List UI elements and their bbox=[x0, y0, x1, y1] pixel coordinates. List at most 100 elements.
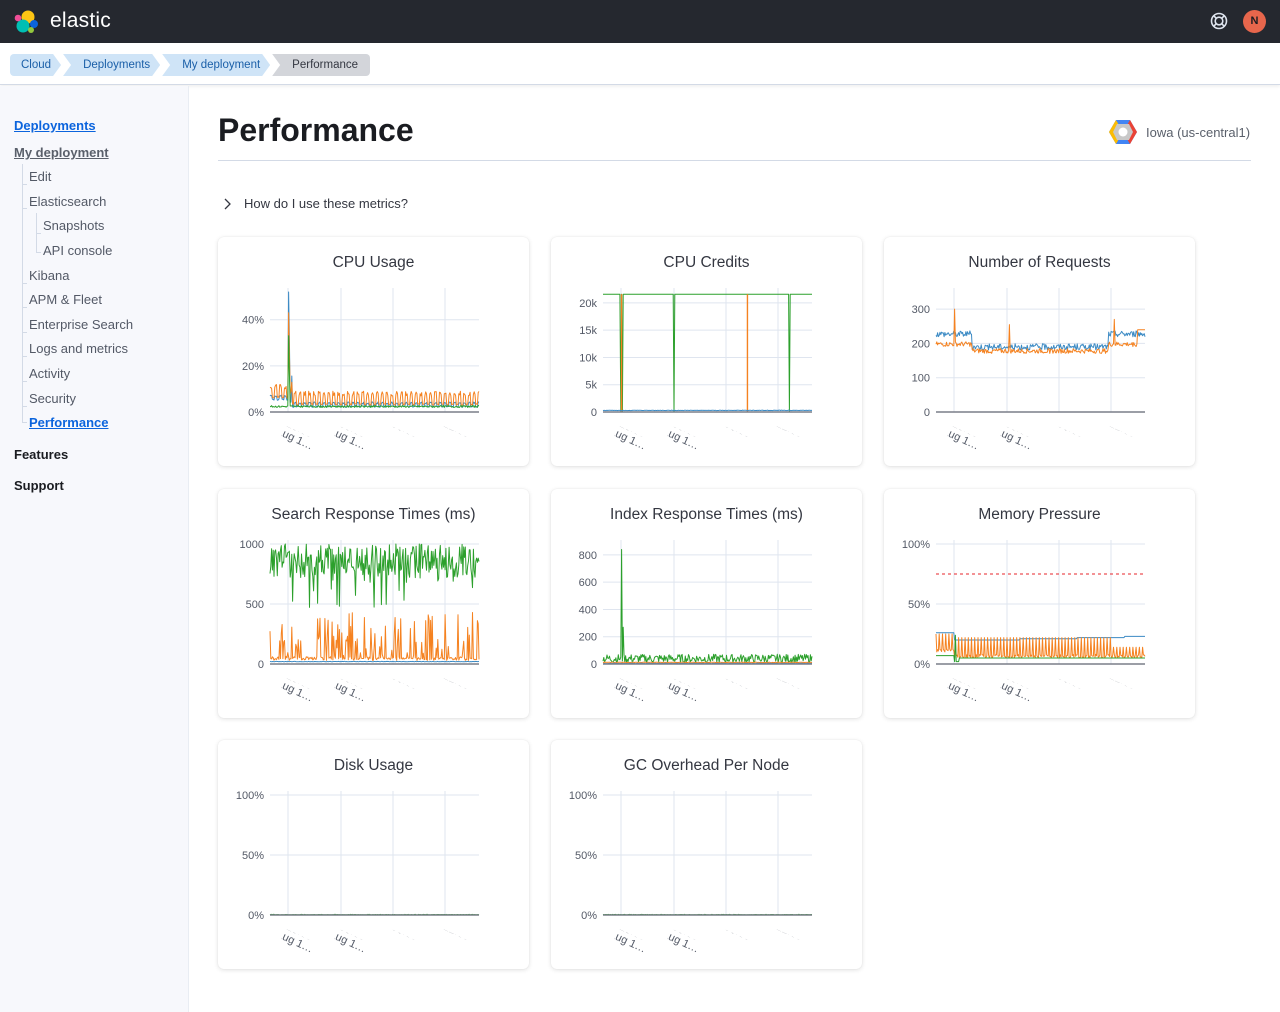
sidebar-features[interactable]: Features bbox=[14, 447, 68, 462]
x-tick-label: 12:00 bbox=[775, 670, 805, 693]
sidebar-item-activity[interactable]: Activity bbox=[29, 366, 70, 381]
y-tick-label: 0 bbox=[591, 659, 597, 671]
series-blue-line bbox=[602, 409, 812, 412]
x-tick-label: 18:00Aug 1… bbox=[940, 426, 981, 453]
x-tick-date: Aug 1… bbox=[274, 928, 315, 956]
y-tick-label: 0 bbox=[591, 407, 597, 419]
y-tick-label: 400 bbox=[579, 604, 597, 616]
x-tick-label: 12:00 bbox=[775, 426, 805, 440]
top-navigation-bar: elastic N bbox=[0, 0, 1280, 43]
chevron-right-icon bbox=[224, 198, 231, 209]
tree-line bbox=[22, 164, 23, 422]
chart-cpu-usage[interactable]: 0% 20% 40% 18:00Aug 1… 00:00Aug 1… 06:00 12:00 bbox=[218, 237, 529, 466]
sidebar-my-deployment-link[interactable]: My deployment bbox=[14, 145, 109, 160]
x-tick-date: Aug 1… bbox=[993, 677, 1034, 705]
sidebar-item-performance[interactable]: Performance bbox=[29, 415, 108, 430]
x-tick-label: 06:00 bbox=[390, 426, 420, 440]
x-tick-date: Aug 1… bbox=[274, 425, 315, 453]
x-tick-label: 00:00Aug 1… bbox=[993, 426, 1034, 453]
chart-card-index-response-times: Index Response Times (ms) 0 200 400 600 800 1… bbox=[551, 489, 862, 718]
chart-card-disk-usage: Disk Usage 0% 50% 100% 18:00 Aug 1… 00:00 Aug … bbox=[218, 740, 529, 969]
x-tick-time: 06:00 bbox=[390, 670, 420, 693]
tree-tick bbox=[22, 283, 27, 284]
y-tick-label: 200 bbox=[579, 632, 597, 644]
google-cloud-icon bbox=[1109, 120, 1137, 144]
x-tick-time: 06:00 bbox=[390, 921, 420, 944]
y-tick-label: 1000 bbox=[240, 539, 264, 551]
tree-tick bbox=[22, 356, 27, 357]
sidebar-item-apm-fleet[interactable]: APM & Fleet bbox=[29, 292, 102, 307]
x-tick-label: 06:00 bbox=[1056, 426, 1086, 440]
x-tick-label: 00:00Aug 1… bbox=[327, 677, 368, 705]
series-orange-line bbox=[269, 312, 480, 406]
y-tick-label: 100% bbox=[569, 790, 597, 802]
x-tick-time: 06:00 bbox=[723, 921, 753, 944]
series-green-line bbox=[269, 543, 480, 608]
region-indicator: Iowa (us-central1) bbox=[1108, 118, 1250, 146]
x-tick-label: 12:00 bbox=[442, 929, 472, 943]
sidebar: Deployments My deployment Edit Elasticse… bbox=[0, 86, 189, 1012]
sidebar-item-edit[interactable]: Edit bbox=[29, 169, 51, 184]
y-tick-label: 50% bbox=[575, 850, 597, 862]
page-title: Performance bbox=[218, 112, 414, 148]
sidebar-deployments-link[interactable]: Deployments bbox=[14, 118, 96, 133]
breadcrumb-cloud[interactable]: Cloud bbox=[10, 54, 61, 76]
x-tick-label: 12:00 bbox=[775, 921, 805, 944]
sidebar-item-enterprise-search[interactable]: Enterprise Search bbox=[29, 317, 133, 332]
metrics-help-accordion[interactable]: How do I use these metrics? bbox=[222, 196, 408, 211]
series-green-line bbox=[602, 549, 813, 664]
x-tick-date: Aug 1… bbox=[940, 677, 981, 705]
y-tick-label: 50% bbox=[242, 850, 264, 862]
brand-name[interactable]: elastic bbox=[50, 9, 111, 33]
x-tick-label: 18:00Aug 1… bbox=[274, 425, 315, 453]
tree-tick bbox=[22, 406, 27, 407]
sidebar-item-security[interactable]: Security bbox=[29, 391, 76, 406]
x-tick-time: 12:00 bbox=[442, 670, 472, 693]
chart-disk-usage[interactable]: 0% 50% 100% 18:00Aug 1… 00:00Aug 1… 06:00 12:0… bbox=[218, 740, 529, 969]
x-tick-label: 18:00Aug 1… bbox=[607, 678, 648, 705]
series-orange-line bbox=[602, 661, 813, 664]
y-tick-label: 15k bbox=[579, 325, 597, 337]
sidebar-item-snapshots[interactable]: Snapshots bbox=[43, 218, 104, 233]
y-tick-label: 800 bbox=[579, 550, 597, 562]
sidebar-item-elasticsearch[interactable]: Elasticsearch bbox=[29, 194, 106, 209]
x-tick-date: Aug 1… bbox=[327, 677, 368, 705]
x-tick-time: 06:00 bbox=[723, 670, 753, 693]
x-tick-date: Aug 1… bbox=[327, 928, 368, 956]
breadcrumb-my-deployment[interactable]: My deployment bbox=[162, 54, 270, 76]
chart-card-memory-pressure: Memory Pressure 0% 50% 100% 18:00 Aug 1… 00:0… bbox=[884, 489, 1195, 718]
breadcrumb-deployments[interactable]: Deployments bbox=[63, 54, 160, 76]
x-tick-label: 12:00 bbox=[442, 670, 472, 693]
tree-tick bbox=[22, 422, 27, 423]
chart-index-response-times[interactable]: 0 200 400 600 800 18:00Aug 1… 00:00Aug 1… 06:00… bbox=[551, 489, 862, 718]
x-tick-time: 12:00 bbox=[775, 670, 805, 693]
y-tick-label: 0% bbox=[581, 910, 597, 922]
x-tick-label: 06:00 bbox=[723, 426, 753, 440]
chart-memory-pressure[interactable]: 0% 50% 100% 18:00Aug 1… 00:00Aug 1… 06:00 12:0… bbox=[884, 489, 1195, 718]
chart-search-response-times[interactable]: 0 500 1000 18:00Aug 1… 00:00Aug 1… 06:00 12:00 bbox=[218, 489, 529, 718]
y-tick-label: 10k bbox=[579, 352, 597, 364]
sidebar-item-kibana[interactable]: Kibana bbox=[29, 268, 69, 283]
user-avatar[interactable]: N bbox=[1243, 10, 1266, 33]
x-tick-date: Aug 1… bbox=[660, 928, 701, 956]
x-tick-time: 12:00 bbox=[1108, 670, 1138, 693]
breadcrumb: Cloud Deployments My deployment Performa… bbox=[10, 54, 372, 76]
y-tick-label: 50% bbox=[908, 599, 930, 611]
elastic-logo-icon[interactable] bbox=[13, 9, 39, 35]
chart-cpu-credits[interactable]: 0 5k 10k 15k 20k 18:00Aug 1… 00:00Aug 1… 06:00 1… bbox=[551, 237, 862, 466]
x-tick-label: 00:00Aug 1… bbox=[327, 928, 368, 956]
x-tick-date: Aug 1… bbox=[607, 425, 648, 453]
chart-gc-overhead-per-node[interactable]: 0% 50% 100% 18:00Aug 1… 00:00Aug 1… 06:00 12:0… bbox=[551, 740, 862, 969]
help-lifebuoy-icon[interactable] bbox=[1209, 11, 1229, 31]
sidebar-item-logs-metrics[interactable]: Logs and metrics bbox=[29, 341, 128, 356]
y-tick-label: 5k bbox=[585, 380, 597, 392]
x-tick-time: 12:00 bbox=[775, 921, 805, 944]
y-tick-label: 200 bbox=[912, 338, 930, 350]
x-tick-label: 12:00 bbox=[1108, 670, 1138, 693]
x-tick-date: Aug 1… bbox=[607, 928, 648, 956]
sidebar-support[interactable]: Support bbox=[14, 478, 64, 493]
sidebar-item-api-console[interactable]: API console bbox=[43, 243, 112, 258]
accordion-label[interactable]: How do I use these metrics? bbox=[244, 196, 408, 211]
chart-number-of-requests[interactable]: 0 100 200 300 18:00Aug 1… 00:00Aug 1… 06:00 12:… bbox=[884, 237, 1195, 466]
y-tick-label: 20% bbox=[242, 361, 264, 373]
